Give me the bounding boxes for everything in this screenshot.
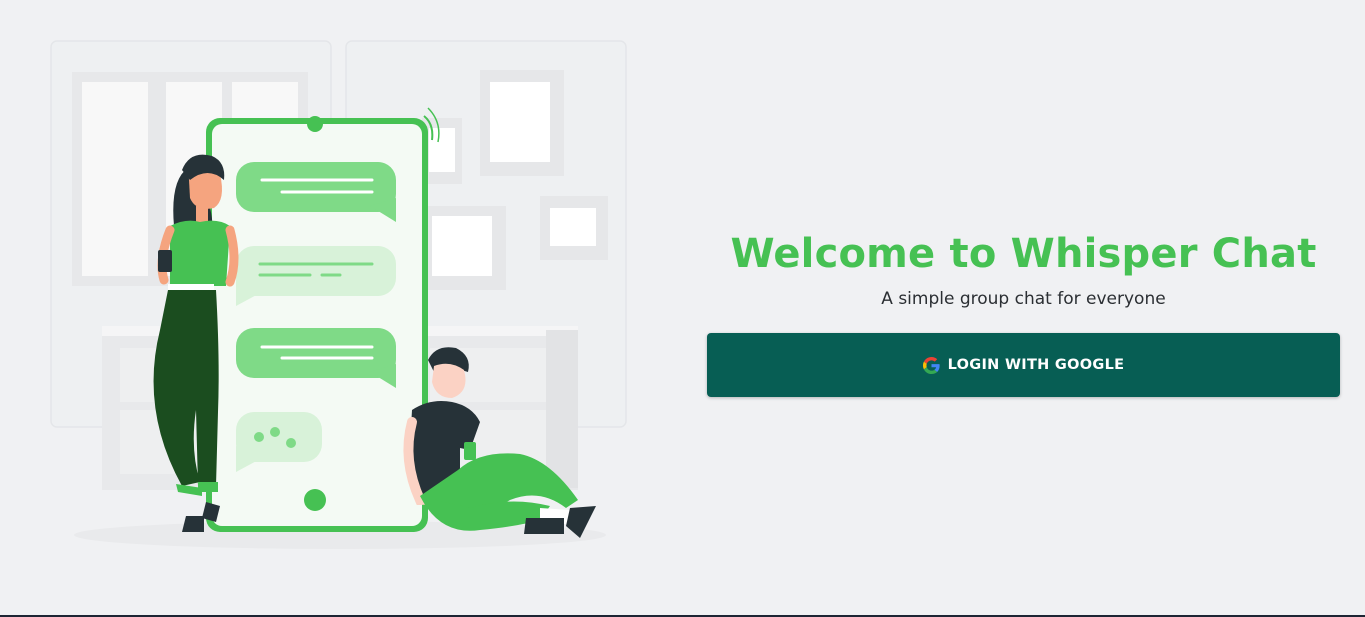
welcome-panel: Welcome to Whisper Chat A simple group c… [707, 228, 1340, 397]
page-subtitle: A simple group chat for everyone [881, 289, 1166, 309]
page-title: Welcome to Whisper Chat [730, 231, 1317, 277]
google-icon [922, 356, 940, 374]
welcome-page: Welcome to Whisper Chat A simple group c… [0, 0, 1365, 617]
login-button-label: LOGIN WITH GOOGLE [947, 357, 1125, 373]
chat-illustration [50, 40, 627, 549]
login-with-google-button[interactable]: LOGIN WITH GOOGLE [707, 333, 1340, 397]
